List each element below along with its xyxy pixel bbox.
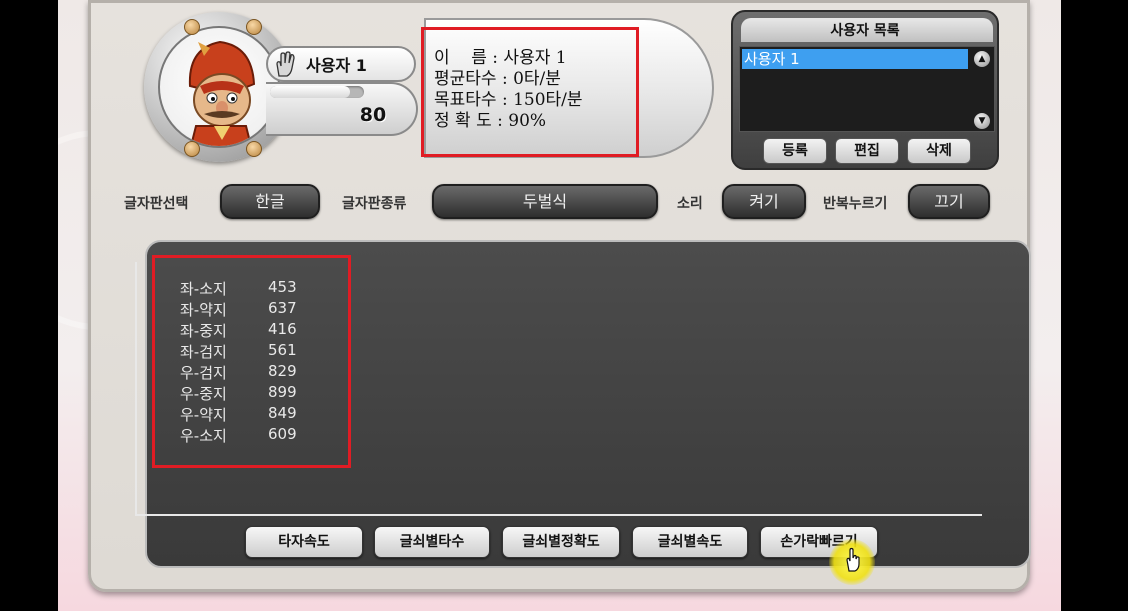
tab-key-count[interactable]: 글쇠별타수 xyxy=(374,526,490,558)
user-list[interactable]: 사용자 1 ▲ ▼ xyxy=(739,46,995,132)
level-progress-bar xyxy=(270,86,364,98)
finger-name: 좌-중지 xyxy=(180,322,227,340)
finger-name: 우-약지 xyxy=(180,406,227,424)
tab-key-accuracy[interactable]: 글쇠별정확도 xyxy=(502,526,620,558)
finger-name: 우-검지 xyxy=(180,364,227,382)
info-target-speed: 목표타수 : 150타/분 xyxy=(434,90,583,110)
user-list-panel: 사용자 목록 사용자 1 ▲ ▼ 등록 편집 삭제 xyxy=(731,10,999,170)
user-level: 80 xyxy=(359,104,387,126)
finger-name: 좌-약지 xyxy=(180,301,227,319)
hand-cursor-icon xyxy=(846,547,860,572)
scroll-up-icon[interactable]: ▲ xyxy=(974,51,990,67)
finger-speed-value: 561 xyxy=(268,341,297,359)
tab-typing-speed[interactable]: 타자속도 xyxy=(245,526,363,558)
finger-name: 우-중지 xyxy=(180,385,227,403)
finger-speed-value: 609 xyxy=(268,425,297,443)
chart-y-axis xyxy=(135,262,137,516)
ring-bolt xyxy=(246,141,262,157)
tab-key-speed[interactable]: 글쇠별속도 xyxy=(632,526,748,558)
finger-name: 우-소지 xyxy=(180,427,227,445)
finger-name: 좌-검지 xyxy=(180,343,227,361)
ring-bolt xyxy=(184,141,200,157)
delete-button[interactable]: 삭제 xyxy=(907,138,971,164)
finger-name: 좌-소지 xyxy=(180,280,227,298)
finger-speed-value: 637 xyxy=(268,299,297,317)
keyboard-type-button[interactable]: 두벌식 xyxy=(432,184,658,219)
finger-speed-value: 899 xyxy=(268,383,297,401)
repeat-key-label: 반복누르기 xyxy=(823,196,888,212)
repeat-key-toggle-button[interactable]: 끄기 xyxy=(908,184,990,219)
finger-speed-value: 416 xyxy=(268,320,297,338)
user-list-title: 사용자 목록 xyxy=(830,23,900,39)
info-average-speed: 평균타수 : 0타/분 xyxy=(434,69,561,89)
scroll-down-icon[interactable]: ▼ xyxy=(974,113,990,129)
keyboard-type-label: 글자판종류 xyxy=(342,196,407,212)
hand-icon xyxy=(276,51,295,77)
character-avatar-icon xyxy=(188,40,256,146)
ring-bolt xyxy=(246,19,262,35)
finger-speed-value: 453 xyxy=(268,278,297,296)
sound-label: 소리 xyxy=(677,196,703,212)
chart-x-axis xyxy=(135,514,982,516)
finger-speed-value: 829 xyxy=(268,362,297,380)
right-black-bar xyxy=(1061,0,1128,611)
info-name: 이 름 : 사용자 1 xyxy=(434,48,567,68)
ring-bolt xyxy=(184,19,200,35)
sound-toggle-button[interactable]: 켜기 xyxy=(722,184,806,219)
keyboard-select-button[interactable]: 한글 xyxy=(220,184,320,219)
user-name: 사용자 1 xyxy=(306,56,367,75)
edit-button[interactable]: 편집 xyxy=(835,138,899,164)
user-info-highlight: 이 름 : 사용자 1 평균타수 : 0타/분 목표타수 : 150타/분 정 … xyxy=(421,27,639,157)
keyboard-select-label: 글자판선택 xyxy=(124,196,189,212)
level-progress-fill xyxy=(270,86,350,98)
avatar[interactable] xyxy=(158,26,280,148)
register-button[interactable]: 등록 xyxy=(763,138,827,164)
info-accuracy: 정 확 도 : 90% xyxy=(434,111,547,131)
user-list-item[interactable]: 사용자 1 xyxy=(742,49,968,69)
finger-speed-value: 849 xyxy=(268,404,297,422)
